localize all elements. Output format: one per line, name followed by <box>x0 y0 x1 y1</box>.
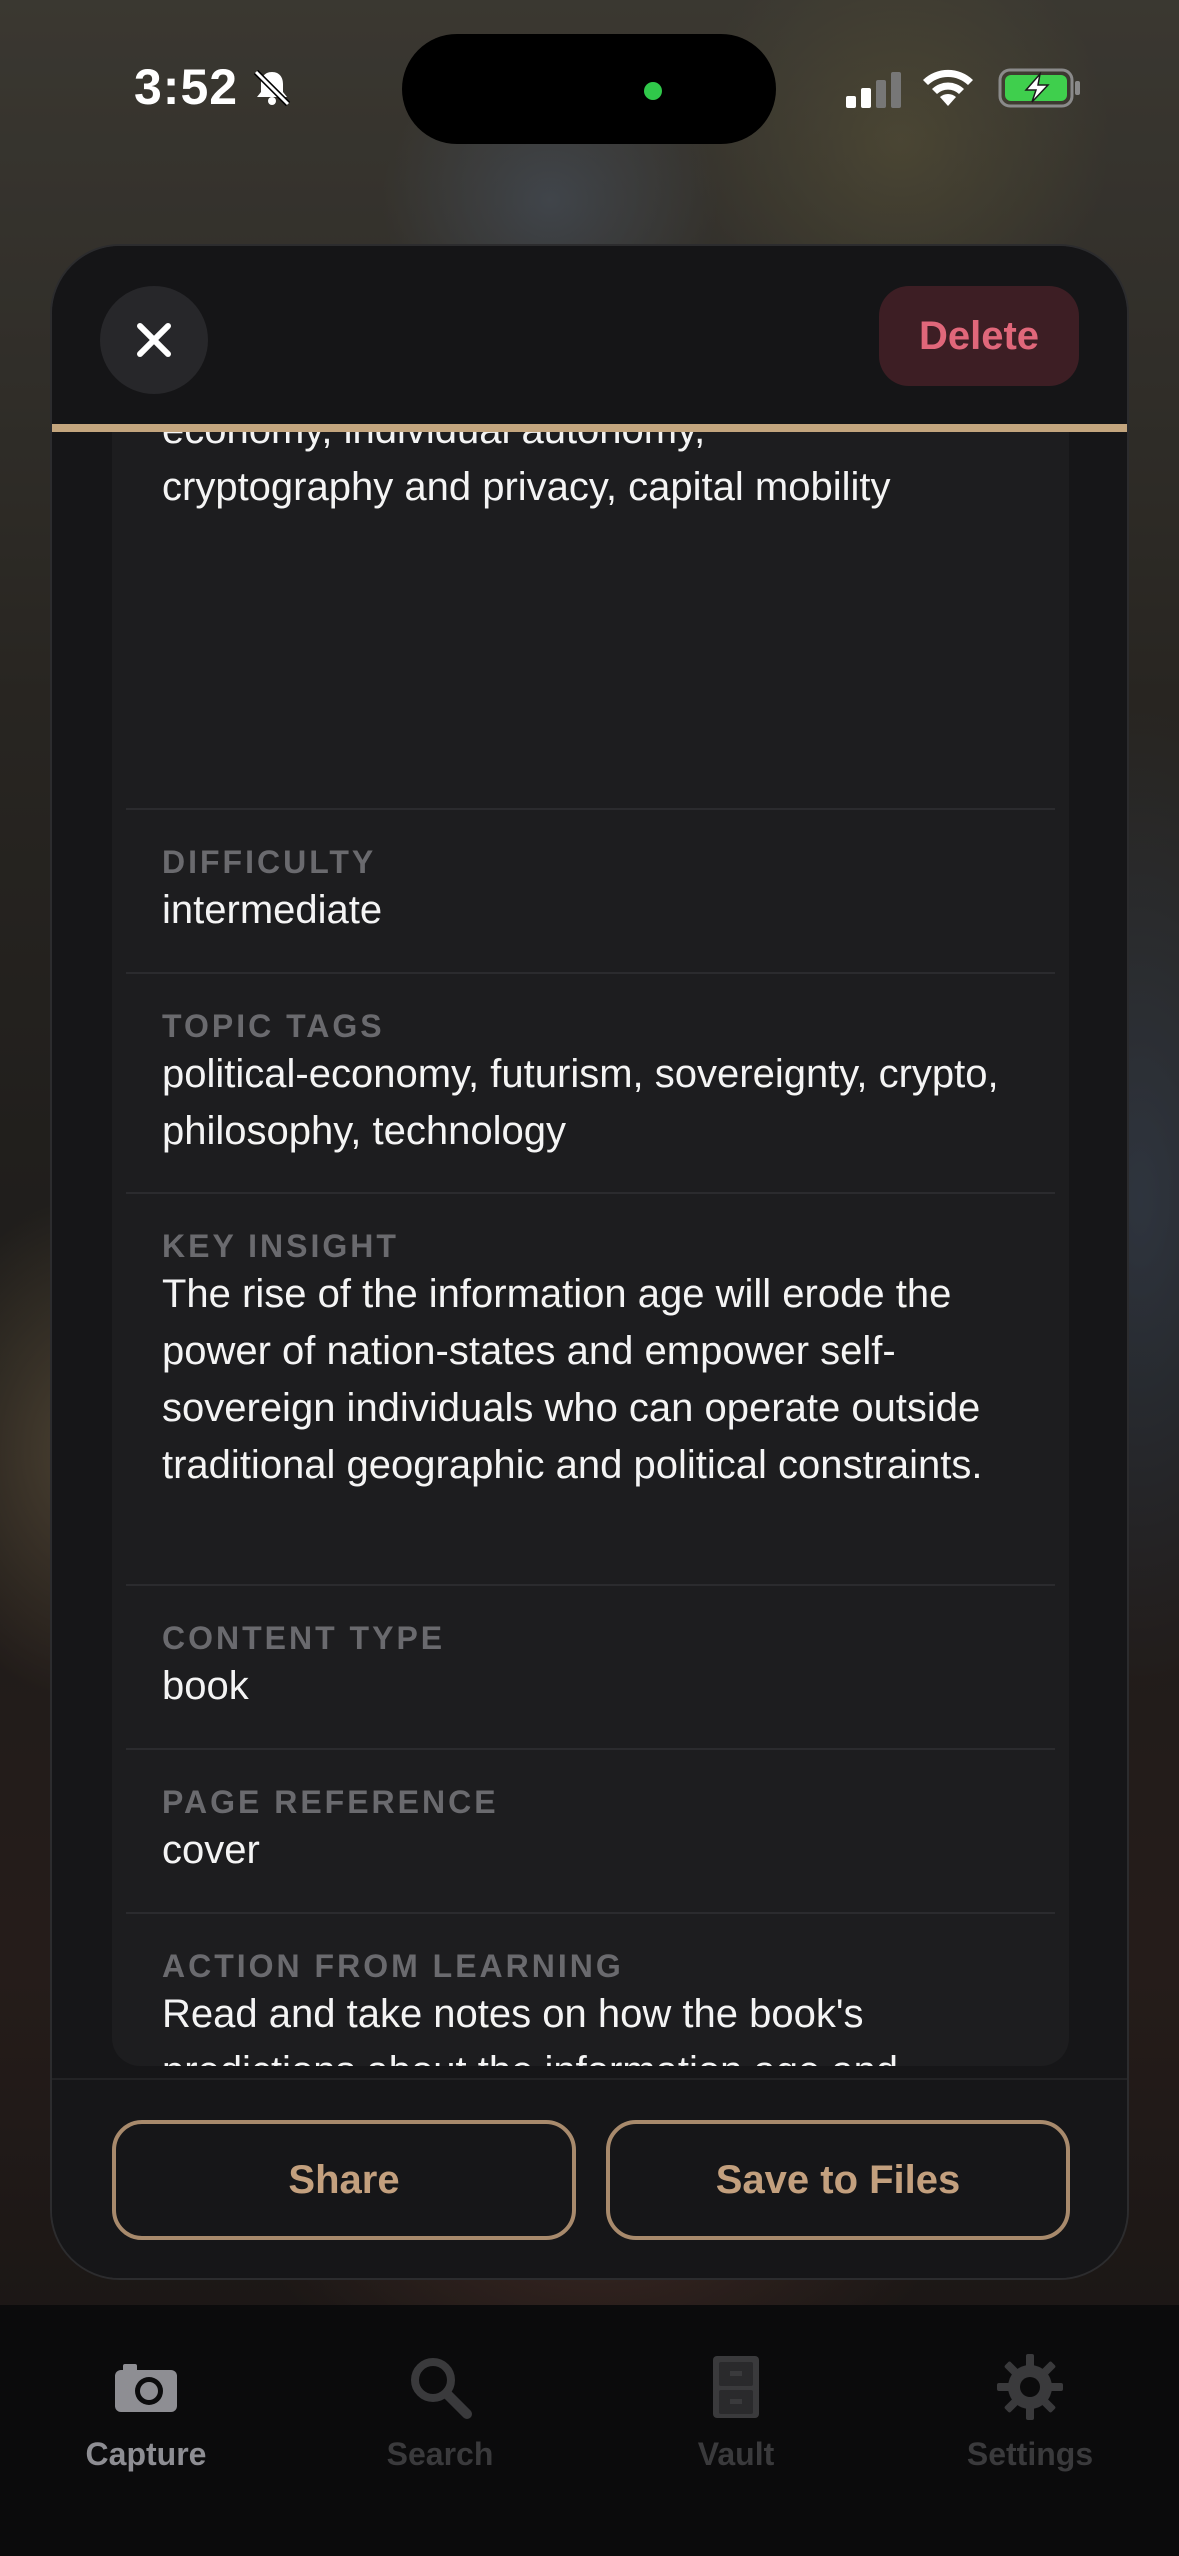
field-divider <box>126 1912 1055 1914</box>
tab-capture[interactable]: Capture <box>16 2352 276 2473</box>
note-fields-scroll[interactable]: economy, individual autonomy, cryptograp… <box>112 432 1069 2066</box>
field-value: political-economy, futurism, sovereignty… <box>162 1052 999 1153</box>
field-value: cover <box>162 1828 260 1872</box>
field-partial: economy, individual autonomy, cryptograp… <box>112 432 1069 516</box>
field-label: DIFFICULTY <box>162 844 377 880</box>
save-to-files-button[interactable]: Save to Files <box>606 2120 1070 2240</box>
field-key-insight: KEY INSIGHT The rise of the information … <box>112 1226 1069 1494</box>
camera-indicator-dot <box>644 82 662 100</box>
close-button[interactable] <box>100 286 208 394</box>
field-label: ACTION FROM LEARNING <box>162 1948 624 1984</box>
tab-label: Settings <box>966 2436 1094 2472</box>
field-label: KEY INSIGHT <box>162 1228 399 1264</box>
dynamic-island <box>402 34 776 144</box>
field-label: PAGE REFERENCE <box>162 1784 499 1820</box>
header-accent-divider <box>52 424 1127 432</box>
cabinet-icon <box>713 2356 759 2418</box>
camera-icon <box>115 2364 177 2412</box>
field-content-type: CONTENT TYPE book <box>112 1618 1069 1715</box>
field-value: book <box>162 1664 249 1708</box>
note-detail-sheet: Delete economy, individual autonomy, cry… <box>50 244 1129 2280</box>
delete-button[interactable]: Delete <box>879 286 1079 386</box>
status-time: 3:52 <box>134 59 239 115</box>
search-icon <box>411 2358 472 2419</box>
field-value: intermediate <box>162 888 383 932</box>
gear-icon <box>997 2354 1063 2420</box>
field-difficulty: DIFFICULTY intermediate <box>112 842 1069 939</box>
tab-vault[interactable]: Vault <box>606 2352 866 2473</box>
field-page-reference: PAGE REFERENCE cover <box>112 1782 1069 1879</box>
wifi-icon <box>923 69 973 106</box>
battery-charging-icon <box>998 68 1080 108</box>
field-label: CONTENT TYPE <box>162 1620 446 1656</box>
tab-settings[interactable]: Settings <box>900 2352 1160 2473</box>
field-label: TOPIC TAGS <box>162 1008 385 1044</box>
field-divider <box>126 1748 1055 1750</box>
field-value: Read and take notes on how the book's pr… <box>162 1992 898 2066</box>
tab-label: Capture <box>85 2436 207 2472</box>
field-divider <box>126 808 1055 810</box>
field-action-from-learning: ACTION FROM LEARNING Read and take notes… <box>112 1946 1069 2066</box>
tab-label: Vault <box>697 2436 775 2472</box>
bell-slash-icon <box>253 69 291 107</box>
field-partial-value: economy, individual autonomy, cryptograp… <box>162 432 891 509</box>
tab-search[interactable]: Search <box>310 2352 570 2473</box>
share-button[interactable]: Share <box>112 2120 576 2240</box>
field-divider <box>126 1584 1055 1586</box>
field-divider <box>126 1192 1055 1194</box>
field-value: The rise of the information age will ero… <box>162 1272 983 1487</box>
field-divider <box>126 972 1055 974</box>
cellular-signal-icon <box>846 72 901 108</box>
field-topic-tags: TOPIC TAGS political-economy, futurism, … <box>112 1006 1069 1160</box>
tab-label: Search <box>386 2436 494 2472</box>
close-icon <box>137 323 171 357</box>
